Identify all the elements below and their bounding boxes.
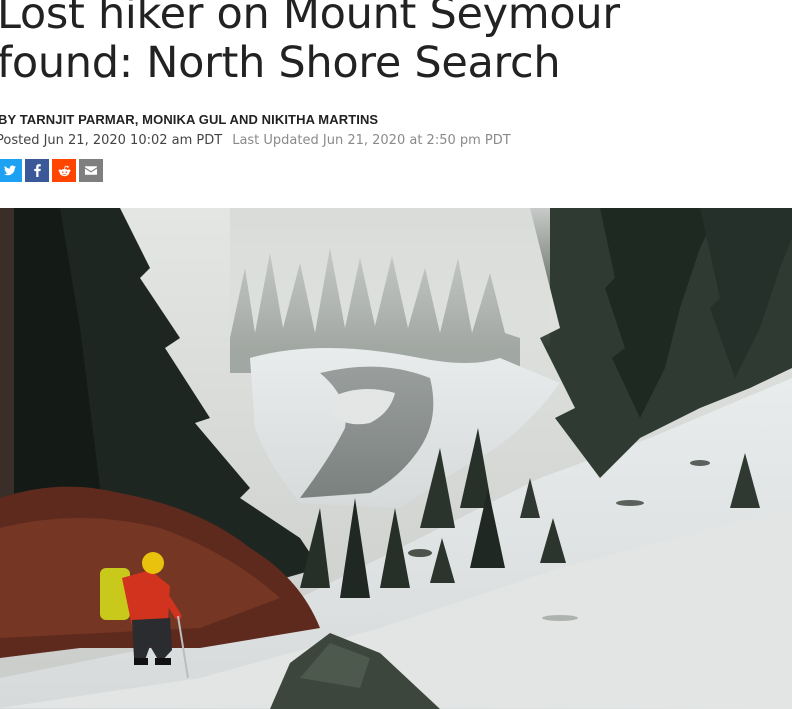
- email-icon: [85, 166, 97, 175]
- article-dates: Posted Jun 21, 2020 10:02 am PDT Last Upd…: [0, 133, 511, 148]
- facebook-icon: [33, 164, 41, 177]
- posted-date: Posted Jun 21, 2020 10:02 am PDT: [0, 133, 223, 148]
- twitter-share-button[interactable]: [0, 159, 22, 182]
- last-updated-date: Last Updated Jun 21, 2020 at 2:50 pm PDT: [232, 133, 511, 148]
- email-share-button[interactable]: [79, 159, 103, 182]
- byline: BY TARNJIT PARMAR, MONIKA GUL AND NIKITH…: [0, 112, 379, 127]
- reddit-share-button[interactable]: [52, 159, 76, 182]
- share-buttons: [0, 159, 103, 182]
- twitter-icon: [4, 165, 16, 176]
- article-headline: Lost hiker on Mount Seymour found: North…: [0, 0, 620, 88]
- hero-photo: [0, 208, 792, 709]
- facebook-share-button[interactable]: [25, 159, 49, 182]
- headline-line-2: found: North Shore Search: [0, 38, 561, 88]
- reddit-icon: [58, 165, 70, 176]
- headline-line-1: Lost hiker on Mount Seymour: [0, 0, 620, 39]
